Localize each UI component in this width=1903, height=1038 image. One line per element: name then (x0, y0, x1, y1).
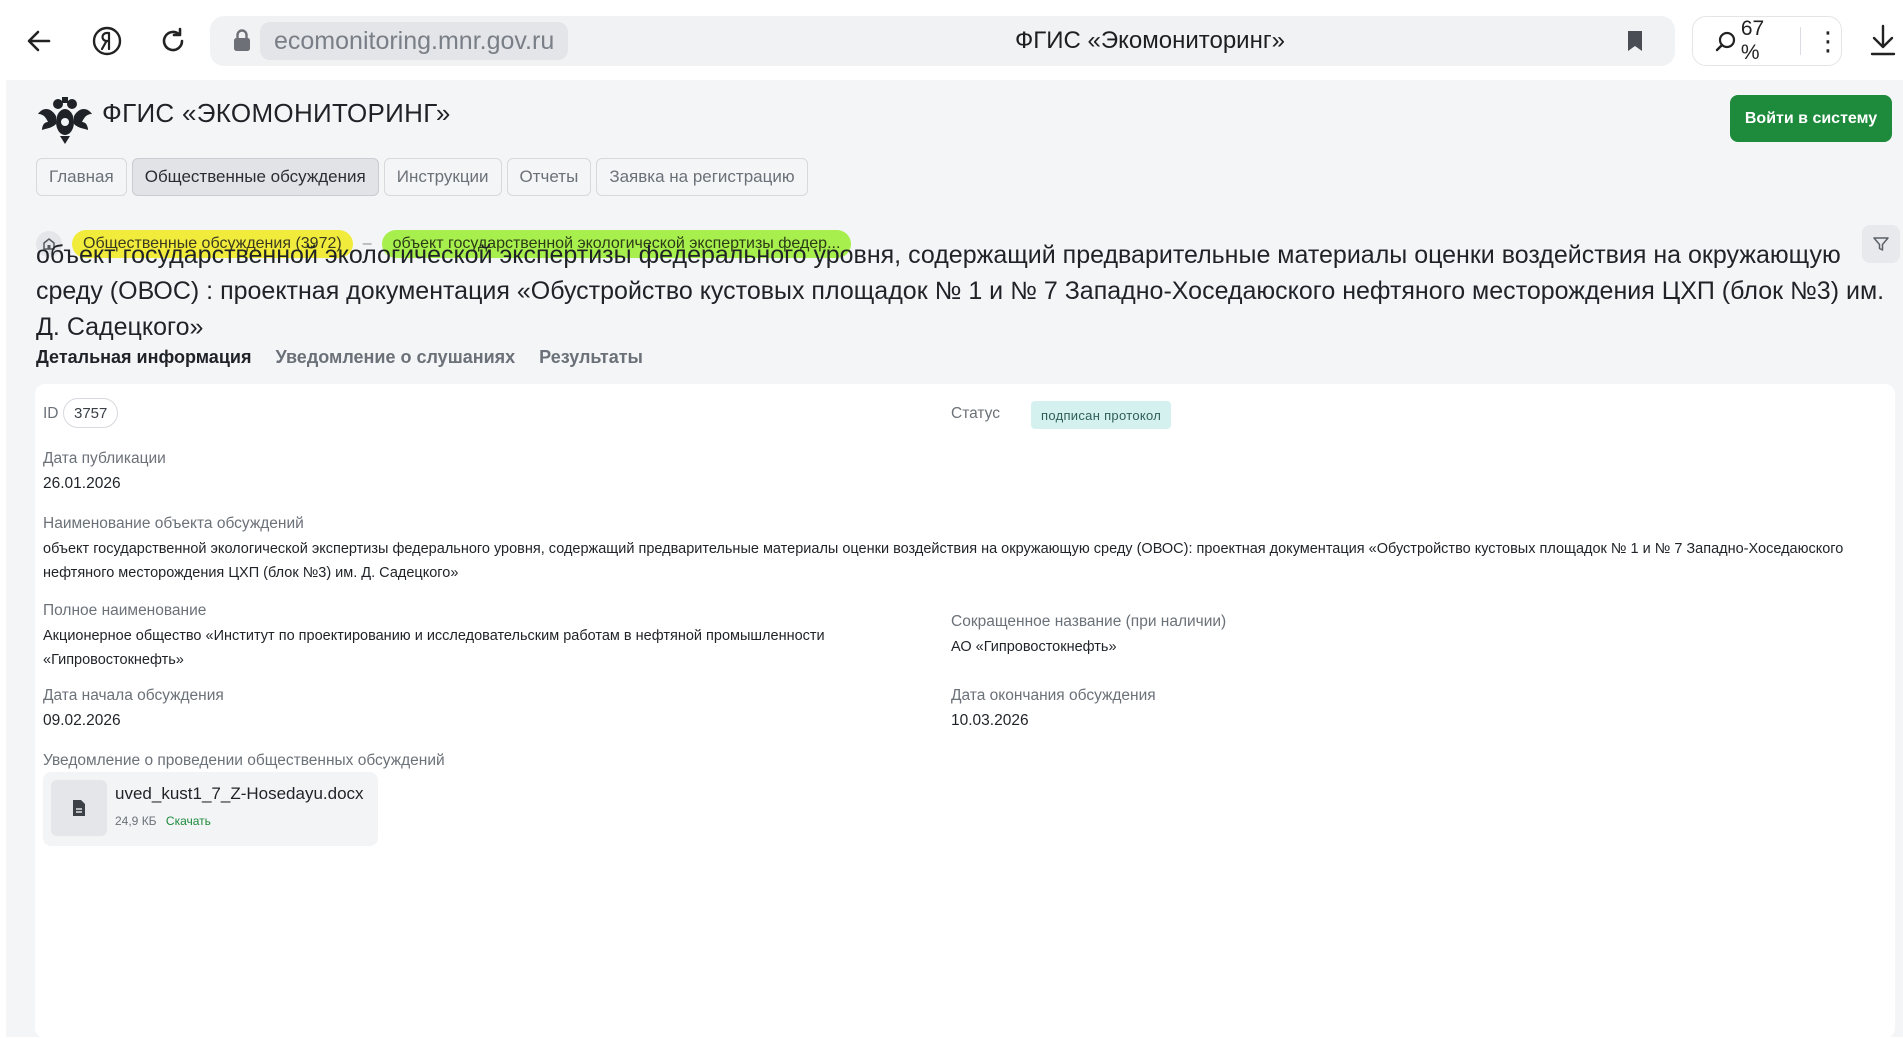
object-name-value: объект государственной экологической экс… (43, 541, 1844, 581)
status-badge: подписан протокол (1031, 401, 1172, 429)
tab-hearing-notice[interactable]: Уведомление о слушаниях (275, 347, 515, 368)
address-bar[interactable]: ecomonitoring.mnr.gov.ru ФГИС «Экомонито… (210, 16, 1675, 66)
file-name[interactable]: uved_kust1_7_Z-Hosedayu.docx (115, 784, 364, 804)
tab-results[interactable]: Результаты (539, 347, 643, 368)
tab-details[interactable]: Детальная информация (36, 347, 251, 368)
short-name-label: Сокращенное название (при наличии) (951, 613, 1227, 630)
full-name-label: Полное наименование (43, 602, 207, 619)
more-menu-icon[interactable]: ⋮ (1815, 26, 1841, 57)
start-date-label: Дата начала обсуждения (43, 687, 224, 704)
object-name-label: Наименование объекта обсуждений (43, 515, 304, 532)
publication-date-value: 26.01.2026 (43, 475, 121, 492)
file-icon-box (51, 780, 107, 836)
back-button[interactable] (16, 18, 62, 64)
publication-date-label: Дата публикации (43, 450, 166, 467)
end-date-value: 10.03.2026 (951, 712, 1029, 729)
divider (1800, 27, 1801, 55)
id-label: ID (43, 405, 59, 422)
nav-tab-registration[interactable]: Заявка на регистрацию (596, 158, 808, 196)
nav-tab-instructions[interactable]: Инструкции (383, 158, 502, 196)
bookmark-icon[interactable] (1625, 29, 1645, 53)
tab-title: ФГИС «Экомониторинг» (1015, 27, 1285, 54)
reload-button[interactable] (150, 18, 196, 64)
start-date-value: 09.02.2026 (43, 712, 121, 729)
file-meta: 24,9 КБ Скачать (115, 814, 211, 828)
login-button[interactable]: Войти в систему (1730, 95, 1892, 142)
nav-tab-home[interactable]: Главная (36, 158, 127, 196)
main-nav: Главная Общественные обсуждения Инструкц… (36, 158, 808, 196)
id-value: 3757 (63, 398, 119, 428)
search-zoom-icon (1707, 30, 1745, 52)
reload-icon (162, 27, 184, 52)
file-size: 24,9 КБ (115, 814, 157, 828)
nav-tab-public-discussions[interactable]: Общественные обсуждения (131, 158, 379, 196)
attachment-card[interactable]: uved_kust1_7_Z-Hosedayu.docx 24,9 КБ Ска… (43, 772, 378, 846)
end-date-label: Дата окончания обсуждения (951, 687, 1156, 704)
zoom-level: 67 % (1740, 17, 1765, 64)
page-title: объект государственной экологической экс… (36, 241, 1885, 341)
site-brand[interactable]: ФГИС «ЭКОМОНИТОРИНГ» (102, 98, 451, 129)
lock-icon (234, 29, 250, 51)
document-icon (73, 800, 85, 816)
download-link[interactable]: Скачать (166, 814, 211, 828)
status-label: Статус (951, 405, 1000, 422)
short-name-value: АО «Гипровостокнефть» (951, 639, 1117, 655)
back-arrow-icon (27, 30, 51, 52)
yandex-button[interactable] (84, 18, 130, 64)
yandex-logo-icon (92, 26, 122, 56)
page-content: ФГИС «ЭКОМОНИТОРИНГ» Войти в систему Гла… (6, 80, 1903, 1038)
full-name-value: Акционерное общество «Институт по проект… (43, 628, 825, 668)
download-icon[interactable] (1868, 22, 1898, 58)
zoom-control[interactable]: 67 % ⋮ (1692, 16, 1842, 66)
emblem-icon (38, 97, 92, 144)
browser-toolbar: ecomonitoring.mnr.gov.ru ФГИС «Экомонито… (0, 0, 1903, 80)
notice-label: Уведомление о проведении общественных об… (43, 752, 445, 769)
url-text[interactable]: ecomonitoring.mnr.gov.ru (260, 22, 569, 60)
detail-tabs: Детальная информация Уведомление о слуша… (36, 347, 643, 368)
nav-tab-reports[interactable]: Отчеты (506, 158, 592, 196)
